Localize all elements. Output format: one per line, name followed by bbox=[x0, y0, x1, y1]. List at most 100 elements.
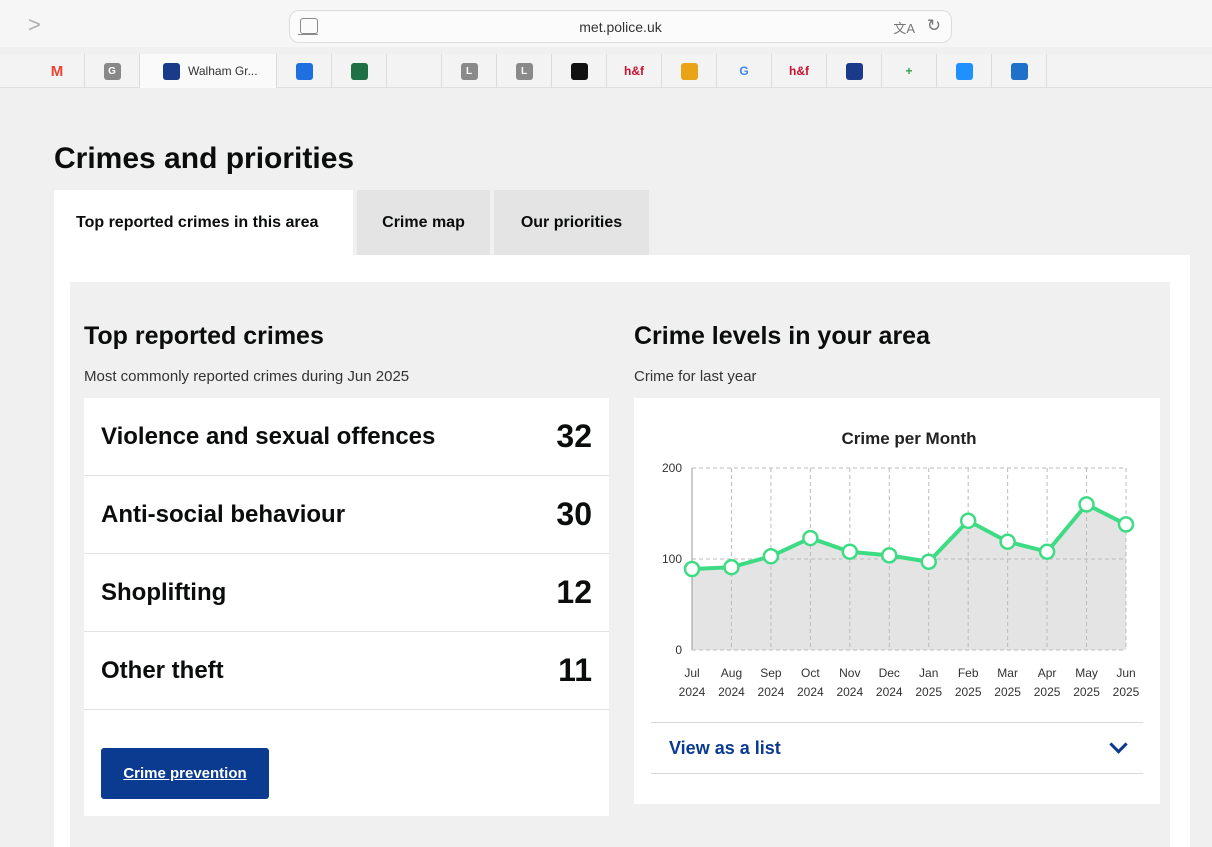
chart-area bbox=[692, 504, 1126, 650]
y-tick-label: 200 bbox=[662, 461, 682, 475]
address-bar[interactable]: met.police.uk 文A ↻ bbox=[289, 10, 952, 43]
view-as-list-label: View as a list bbox=[669, 737, 781, 758]
url-text: met.police.uk bbox=[579, 19, 662, 35]
bookmark-2[interactable]: Walham Gr... bbox=[140, 54, 277, 88]
bookmark-10[interactable] bbox=[662, 54, 717, 88]
y-tick-label: 0 bbox=[675, 643, 682, 657]
data-point bbox=[841, 543, 859, 560]
bookmark-1[interactable]: G bbox=[85, 54, 140, 88]
bookmark-12[interactable]: h&f bbox=[772, 54, 827, 88]
crime-chart-card: Crime per Month 0 100 200 Jul 2024 Aug 2024 Sep 2… bbox=[634, 398, 1160, 804]
list-item: Violence and sexual offences 32 bbox=[84, 398, 609, 476]
bookmark-7[interactable]: L bbox=[497, 54, 552, 88]
data-point bbox=[959, 512, 977, 530]
bookmark-16[interactable] bbox=[992, 54, 1047, 88]
bookmark-14[interactable]: + bbox=[882, 54, 937, 88]
view-as-list-toggle[interactable]: View as a list bbox=[651, 722, 1143, 774]
nhs-icon bbox=[845, 62, 863, 80]
x-tick-label-year: 2025 bbox=[915, 685, 942, 699]
x-tick-label: Jul bbox=[684, 666, 699, 680]
bookmarks-spacer bbox=[0, 54, 30, 87]
data-point bbox=[723, 558, 740, 576]
chart-title: Crime per Month bbox=[841, 429, 976, 448]
bookmark-0[interactable]: M bbox=[30, 54, 85, 88]
x-tick-label-year: 2024 bbox=[836, 685, 863, 699]
bookmark-3[interactable] bbox=[277, 54, 332, 88]
bookmark-4[interactable] bbox=[332, 54, 387, 88]
data-point bbox=[1078, 496, 1095, 513]
x-tick-label-year: 2024 bbox=[679, 685, 706, 699]
tab-our-priorities[interactable]: Our priorities bbox=[494, 190, 649, 255]
crime-count: 30 bbox=[556, 496, 592, 532]
google-icon: G bbox=[739, 64, 749, 78]
x-tick-label-year: 2025 bbox=[1073, 685, 1100, 699]
data-point bbox=[881, 547, 898, 564]
list-item: Other theft 11 bbox=[84, 632, 609, 710]
crest-icon bbox=[570, 62, 588, 80]
chrome-icon bbox=[680, 62, 698, 80]
bookmark-13[interactable] bbox=[827, 54, 882, 88]
g-letter-icon: G bbox=[103, 62, 121, 80]
crime-count: 11 bbox=[558, 652, 592, 688]
x-tick-label: Jan bbox=[919, 666, 938, 680]
gmail-icon: M bbox=[50, 62, 64, 80]
bookmark-15[interactable] bbox=[937, 54, 992, 88]
translate-icon[interactable]: 文A bbox=[893, 18, 915, 37]
y-tick-label: 100 bbox=[662, 552, 682, 566]
x-tick-label: Feb bbox=[958, 666, 979, 680]
data-point bbox=[762, 548, 780, 565]
crime-name: Anti-social behaviour bbox=[101, 500, 346, 528]
x-tick-label-year: 2025 bbox=[955, 685, 982, 699]
crime-prevention-button[interactable]: Crime prevention bbox=[101, 748, 269, 799]
list-item: Shoplifting 12 bbox=[84, 554, 609, 632]
tab-bar: Top reported crimes in this area Crime m… bbox=[54, 190, 653, 255]
tab-crime-map[interactable]: Crime map bbox=[357, 190, 490, 255]
bookmark-6[interactable]: L bbox=[442, 54, 497, 88]
list-item: Anti-social behaviour 30 bbox=[84, 476, 609, 554]
l-letter-icon: L bbox=[515, 62, 533, 80]
page-title: Crimes and priorities bbox=[54, 142, 355, 175]
hf-icon: h&f bbox=[789, 64, 809, 78]
bookmark-11[interactable]: G bbox=[717, 54, 772, 88]
data-point bbox=[999, 533, 1016, 550]
walham-green-icon bbox=[163, 62, 180, 80]
hf-icon: h&f bbox=[624, 64, 644, 78]
l-letter-icon: L bbox=[460, 62, 478, 80]
excel-icon bbox=[350, 62, 368, 80]
bookmark-5 bbox=[387, 54, 442, 88]
x-tick-label: Mar bbox=[997, 666, 1018, 680]
data-point bbox=[920, 553, 937, 570]
browser-toolbar: > met.police.uk 文A ↻ bbox=[0, 0, 1212, 47]
plus-icon: + bbox=[905, 64, 913, 78]
x-tick-label: May bbox=[1075, 666, 1098, 680]
chevron-down-icon bbox=[1109, 735, 1128, 754]
bookmark-8[interactable] bbox=[552, 54, 607, 88]
x-tick-label-year: 2025 bbox=[994, 685, 1021, 699]
x-tick-label-year: 2024 bbox=[797, 685, 824, 699]
data-point bbox=[1117, 516, 1135, 533]
top-crimes-list: Violence and sexual offences 32 Anti-soc… bbox=[84, 398, 609, 816]
reload-icon[interactable]: ↻ bbox=[927, 16, 941, 36]
tab-top-reported-crimes[interactable]: Top reported crimes in this area bbox=[54, 190, 353, 255]
data-point bbox=[683, 560, 701, 578]
data-point bbox=[1038, 543, 1056, 560]
bookmark-9[interactable]: h&f bbox=[607, 54, 662, 88]
x-tick-label: Nov bbox=[839, 666, 860, 680]
x-tick-label-year: 2024 bbox=[758, 685, 785, 699]
x-tick-label: Aug bbox=[721, 666, 742, 680]
crime-count: 32 bbox=[556, 418, 592, 454]
top-crimes-subtitle: Most commonly reported crimes during Jun… bbox=[84, 368, 410, 385]
crime-name: Other theft bbox=[101, 656, 224, 684]
data-point bbox=[802, 529, 819, 547]
crime-levels-title: Crime levels in your area bbox=[634, 322, 930, 350]
x-tick-label: Sep bbox=[760, 666, 782, 680]
x-tick-label: Dec bbox=[879, 666, 900, 680]
back-icon[interactable]: > bbox=[28, 12, 41, 38]
bookmarks-bar: M G Walham Gr... L Lh&f Gh&f + bbox=[0, 54, 1212, 88]
x-tick-label-year: 2024 bbox=[718, 685, 745, 699]
x-tick-label-year: 2025 bbox=[1034, 685, 1061, 699]
crime-name: Shoplifting bbox=[101, 578, 227, 606]
x-tick-label: Oct bbox=[801, 666, 820, 680]
x-tick-label-year: 2025 bbox=[1113, 685, 1140, 699]
crime-levels-subtitle: Crime for last year bbox=[634, 368, 757, 385]
